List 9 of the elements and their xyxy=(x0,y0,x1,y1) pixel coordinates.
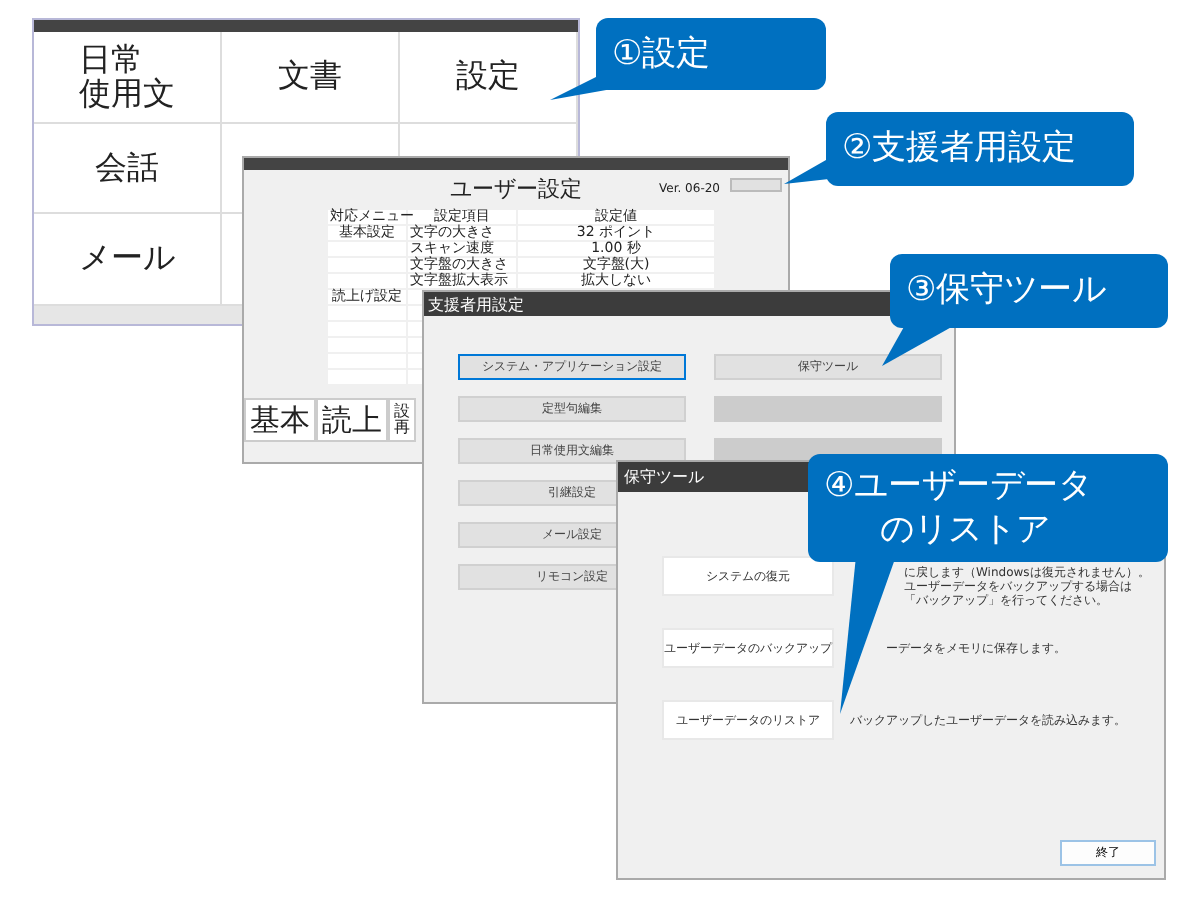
callout: ②支援者用設定 xyxy=(826,112,1134,186)
tab[interactable]: 基本 xyxy=(244,398,316,442)
tab[interactable]: 読上 xyxy=(316,398,388,442)
window-heading: ユーザー設定 xyxy=(450,174,582,204)
menu-tile[interactable]: 日常 使用文 xyxy=(34,32,222,124)
tab[interactable]: 設 再 xyxy=(388,398,416,442)
menu-tile[interactable]: 文書 xyxy=(222,32,400,124)
menu-tile[interactable]: 会話 xyxy=(34,124,222,214)
support-settings-button[interactable] xyxy=(730,178,782,192)
